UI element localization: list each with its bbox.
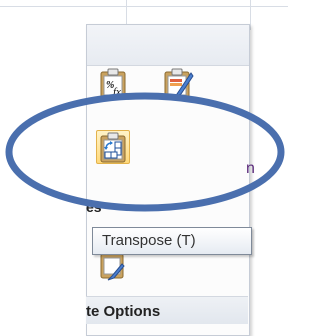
highlight-oval-annotation (5, 92, 285, 212)
